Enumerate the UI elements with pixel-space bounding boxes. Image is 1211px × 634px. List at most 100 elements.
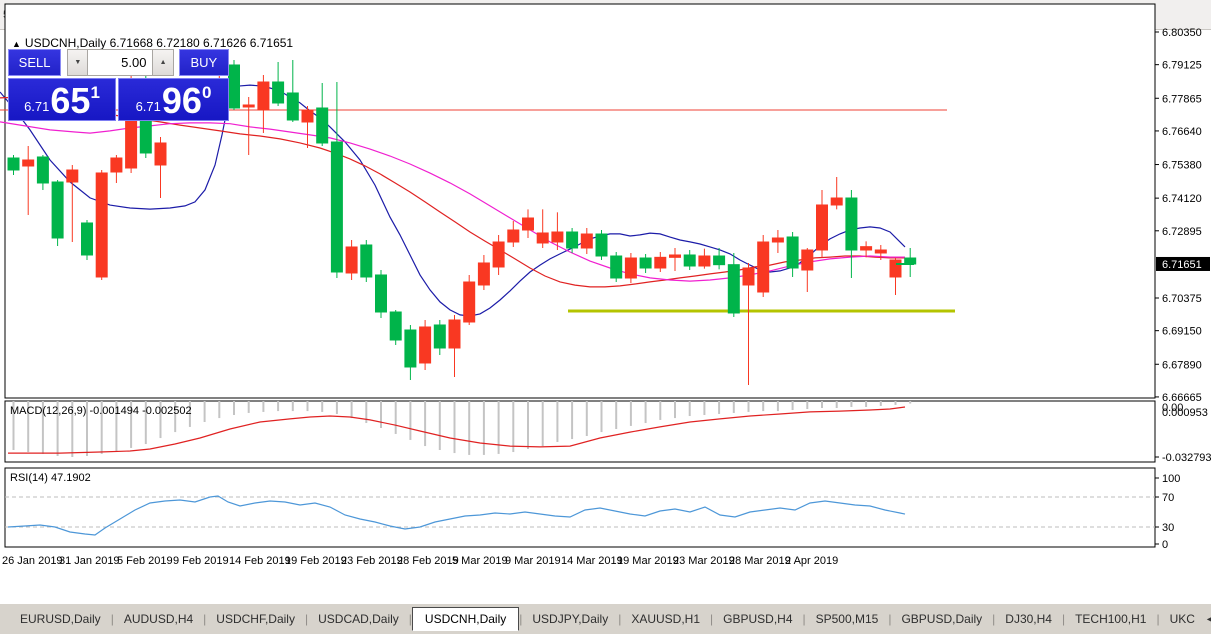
tab-ukc[interactable]: UKC [1160,608,1205,630]
candle-body[interactable] [477,262,490,286]
price-tick-label: 6.70375 [1162,293,1202,305]
candle-body[interactable] [507,229,520,243]
buy-button[interactable]: BUY [178,49,229,76]
candle-body[interactable] [536,232,549,244]
candle-body[interactable] [51,181,64,239]
tab-usdjpy-daily[interactable]: USDJPY,Daily [522,608,618,630]
volume-increase-button[interactable]: ▲ [152,49,174,76]
date-tick-label: 23 Mar 2019 [673,555,735,567]
candle-body[interactable] [433,324,446,349]
price-tick-label: 6.75380 [1162,160,1202,172]
candle-body[interactable] [95,172,108,278]
candle-body[interactable] [389,311,402,341]
candle-body[interactable] [654,256,667,269]
candle-body[interactable] [257,81,270,111]
candle-body[interactable] [683,254,696,267]
candle-body[interactable] [874,249,887,254]
candle-body[interactable] [81,222,93,256]
candle-body[interactable] [639,257,652,269]
collapse-arrow-icon[interactable]: ▲ [12,39,21,49]
candle-body[interactable] [66,169,79,183]
tab-tech100-h1[interactable]: TECH100,H1 [1065,608,1156,630]
price-tick-label: 6.69150 [1162,326,1202,338]
price-tick-label: 6.72895 [1162,226,1202,238]
price-tick-label: 6.79125 [1162,60,1202,72]
candle-body[interactable] [830,197,843,206]
candle-body[interactable] [316,107,329,144]
rsi-axis-label: 100 [1162,473,1180,485]
candle-body[interactable] [845,197,858,251]
candle-body[interactable] [36,156,49,184]
candle-body[interactable] [624,257,637,279]
candle-body[interactable] [801,249,814,271]
price-tick-label: 6.80350 [1162,27,1202,39]
tab-dj30-h4[interactable]: DJ30,H4 [995,608,1062,630]
candle-body[interactable] [713,255,726,266]
rsi-panel [4,467,1156,548]
tab-scroll-left-icon[interactable]: ◄ [1205,614,1211,624]
candle-body[interactable] [404,329,417,368]
candle-body[interactable] [492,241,505,268]
candle-body[interactable] [580,233,593,249]
candle-body[interactable] [22,159,35,167]
sell-button[interactable]: SELL [8,49,62,76]
candle-body[interactable] [698,255,711,267]
tab-gbpusd-daily[interactable]: GBPUSD,Daily [891,608,992,630]
candle-body[interactable] [228,64,240,109]
candle-body[interactable] [110,157,123,173]
date-tick-label: 5 Feb 2019 [117,555,173,567]
candle-body[interactable] [889,259,902,278]
sell-price-box[interactable]: 6.71 65 1 [8,78,116,121]
candle-body[interactable] [669,254,681,258]
candle-body[interactable] [522,217,534,231]
tab-xauusd-h1[interactable]: XAUUSD,H1 [621,608,710,630]
spin-down-icon: ▼ [74,59,82,66]
candle-body[interactable] [360,244,373,278]
date-tick-label: 28 Feb 2019 [397,555,459,567]
tab-eurusd-daily[interactable]: EURUSD,Daily [10,608,111,630]
macd-axis-min: -0.032793 [1162,452,1211,464]
tab-usdchf-daily[interactable]: USDCHF,Daily [206,608,305,630]
candle-body[interactable] [595,233,608,257]
sell-price-prefix: 6.71 [24,99,50,114]
date-tick-label: 14 Mar 2019 [561,555,623,567]
candle-body[interactable] [727,264,740,314]
volume-input[interactable] [88,49,153,76]
candle-body[interactable] [463,281,476,323]
tab-usdcad-daily[interactable]: USDCAD,Daily [308,608,409,630]
candle-body[interactable] [419,326,432,364]
price-tick-label: 6.76640 [1162,126,1202,138]
candle-body[interactable] [786,236,799,269]
macd-label: MACD(12,26,9) -0.001494 -0.002502 [10,405,192,417]
tab-audusd-h4[interactable]: AUDUSD,H4 [114,608,203,630]
volume-decrease-button[interactable]: ▼ [67,49,89,76]
candle-body[interactable] [610,255,623,279]
tab-usdcnh-daily[interactable]: USDCNH,Daily [411,607,520,631]
date-tick-label: 2 Apr 2019 [785,555,838,567]
candle-body[interactable] [330,141,343,273]
candle-body[interactable] [742,267,755,286]
candle-body[interactable] [816,204,828,251]
price-tick-label: 6.74120 [1162,193,1202,205]
current-price-tag-label: 6.71651 [1162,259,1202,271]
candle-body[interactable] [345,246,358,274]
candle-body[interactable] [566,231,579,249]
buy-price-box[interactable]: 6.71 96 0 [118,78,229,121]
candle-body[interactable] [551,231,564,243]
candle-body[interactable] [771,237,784,243]
candle-body[interactable] [286,92,299,121]
date-tick-label: 26 Jan 2019 [2,555,63,567]
sell-price-main: 65 [50,79,91,121]
candle-body[interactable] [375,274,387,313]
candle-body[interactable] [7,157,20,171]
candle-body[interactable] [301,109,314,123]
tab-gbpusd-h4[interactable]: GBPUSD,H4 [713,608,802,630]
candle-body[interactable] [272,81,285,104]
price-tick-label: 6.67890 [1162,359,1202,371]
candle-body[interactable] [448,319,461,349]
candle-body[interactable] [242,104,255,108]
tab-sp500-m15[interactable]: SP500,M15 [806,608,889,630]
candle-body[interactable] [860,246,873,251]
candle-body[interactable] [154,142,167,166]
candle-body[interactable] [757,241,770,293]
